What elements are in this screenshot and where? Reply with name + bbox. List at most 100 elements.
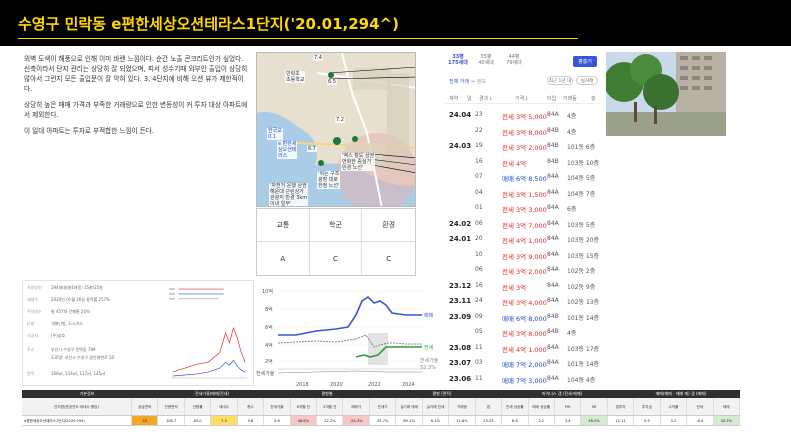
y-label-6: 6억 [265, 324, 273, 331]
info-row-4: 난방 개별난방, 도시가스 [27, 321, 83, 326]
ratings-table: 교통 학군 환경 A C C [256, 208, 416, 276]
transaction-type: 84A [547, 250, 559, 258]
transaction-type: 84B [547, 157, 559, 165]
transaction-row[interactable]: 16 전세 4억 84B 103동 10층 [445, 154, 601, 170]
transaction-month: 23.12 [449, 281, 472, 290]
tab-35py[interactable]: 35평 40세대 [475, 54, 497, 66]
summary-table: 기본정보 전세가율(매매/전세) 평형별 평형 (면적) 마이너스 갭 (전세-… [22, 390, 740, 426]
transaction-row[interactable]: 10 전세 3억 9,000 84A 103동 15층 [445, 247, 601, 263]
price-history-chart: 10억 8억 6억 4억 2억 2018 2020 2022 2024 전세가율… [256, 285, 441, 389]
transaction-row[interactable]: 23.06 11 매매 7억 3,000 84A 104동 4층 [445, 371, 601, 387]
summary-value-cell: 3.4 [555, 416, 582, 425]
summary-value-cell: 6.6 [502, 416, 529, 425]
transaction-row[interactable]: 01 전세 3억 3,000 84A 6층 [445, 200, 601, 216]
summary-value-cell: 83.0 [185, 416, 212, 425]
summary-value-cell: 108.7 [158, 416, 185, 425]
transaction-type: 84A [547, 374, 559, 382]
map-label-rate-2: 6.5 [327, 79, 337, 85]
group-area: 평형 (면적) [432, 391, 452, 396]
location-map[interactable]: 7.4 민락초 초등학교 6.5 한국교 0.1 e 편한세 상오션테 라스 6… [256, 52, 416, 207]
description-paragraph-2: 상당히 높은 매매 가격과 부족한 거래량으로 인한 변동성이 커 투자 대상 … [24, 101, 248, 119]
summary-header-cell: 전세가 [370, 398, 397, 415]
info-row-6: 주소 부산시 수영구 민락동 799 [27, 347, 96, 352]
transaction-row[interactable]: 07 매매 6억 8,500 84A 104동 5층 [445, 169, 601, 185]
summary-value-cell: 12.11 [608, 416, 635, 425]
filter-recent-year-button[interactable]: 최근 1년 내 [547, 76, 573, 85]
transaction-row[interactable]: 23.07 03 매매 7억 2,000 84A 101동 14층 [445, 355, 601, 371]
summary-header-cell: 투자금 [634, 398, 661, 415]
group-basic: 기본정보 [79, 391, 95, 396]
summary-header-cell: 6개월 전 [291, 398, 318, 415]
summary-header-cell: 전용면적 [158, 398, 185, 415]
transaction-floor: 104동 4층 [567, 376, 596, 384]
transaction-row[interactable]: 06 전세 3억 2,000 84A 102동 2층 [445, 262, 601, 278]
summary-value-cell: 48.5% [581, 416, 608, 425]
map-label-station: 한국교 0.1 [267, 128, 283, 140]
floor-plan-button[interactable]: 평층기 [573, 56, 597, 67]
summary-value-cell: 89.1% [396, 416, 423, 425]
transaction-month: 23.07 [449, 359, 472, 367]
info-row-2: 세대수 2020년 01월 16일 용적률 257% [27, 297, 110, 302]
transaction-price: 매매 7억 3,000 [502, 376, 547, 385]
tab-44py[interactable]: 44평 79세대 [503, 54, 525, 66]
transaction-month: 23.09 [449, 312, 472, 321]
transaction-price: 전세 3억 2,000 [502, 144, 547, 152]
summary-value-cell: 43.3% [713, 416, 740, 425]
transaction-floor: 103동 10층 [567, 159, 600, 167]
transaction-type: 84A [547, 188, 559, 196]
rating-header-environment: 환경 [362, 209, 415, 242]
transaction-row[interactable]: 24.01 20 전세 4억 1,000 84A 103동 20층 [445, 231, 601, 247]
summary-header-cell: 거래량 [449, 398, 476, 415]
col-building: 거래동 [563, 96, 577, 102]
transaction-row[interactable]: 04 전세 3억 1,500 84A 104동 7층 [445, 185, 601, 201]
transaction-day: 11 [475, 343, 483, 351]
transaction-row[interactable]: 22 전세 3억 8,000 84B 4층 [445, 123, 601, 139]
transaction-day: 03 [475, 359, 483, 366]
transaction-day: 06 [475, 219, 483, 227]
summary-value-cell: 3.6 [264, 416, 291, 425]
transaction-price: 전세 4억 1,000 [502, 237, 547, 245]
transaction-day: 05 [475, 328, 483, 335]
tab-35py-units: 40세대 [478, 60, 494, 66]
transaction-type: 84A [547, 281, 559, 289]
legend-jeonse: 전세 [424, 344, 434, 351]
transaction-floor: 101동 6층 [567, 144, 596, 151]
transaction-price: 전세 3억 8,000 [502, 128, 547, 137]
transaction-row[interactable]: 23.12 16 전세 3억 84A 102동 9층 [445, 278, 601, 294]
transaction-row[interactable]: 24.04 23 전세 3억 5,000 84A 4층 [445, 107, 601, 123]
transaction-month: 23.08 [449, 343, 472, 352]
transaction-floor: 104동 7층 [567, 190, 596, 198]
summary-value-cell: 23.03 [476, 416, 503, 425]
legend-rate: 전세가율 [420, 357, 439, 364]
tab-33py-units: 175세대 [448, 60, 468, 66]
info-row-8: 면적 108㎡, 114㎡, 117㎡, 145㎡ [27, 371, 106, 376]
transaction-price: 매매 6억 8,500 [502, 175, 547, 183]
transaction-type: 84A [547, 219, 559, 227]
transaction-row[interactable]: 23.11 24 전세 3억 4,000 84A 102동 13층 [445, 293, 601, 309]
filter-info[interactable]: ↔ 정보 [471, 78, 486, 85]
tab-33py[interactable]: 33평 175세대 [447, 54, 469, 66]
rating-header-transport: 교통 [257, 209, 310, 242]
legend-rate-value: 52.3% [420, 365, 436, 371]
transaction-floor: 104동 5층 [567, 175, 596, 182]
transaction-row[interactable]: 24.02 06 전세 3억 7,000 84A 103동 5층 [445, 216, 601, 232]
summary-value-cell: -6.4 [687, 416, 714, 425]
transaction-row[interactable]: 05 전세 3억 8,000 84B 4층 [445, 324, 601, 340]
summary-value-cell: 48.6% [290, 416, 318, 425]
summary-value-cell: 11.6% [449, 416, 476, 425]
mini-price-chart [165, 284, 250, 382]
filter-all-trades[interactable]: 전체 거래 [449, 78, 469, 85]
transaction-floor: 4층 [567, 113, 577, 120]
transaction-row[interactable]: 23.09 09 매매 6억 8,000 84B 101동 14층 [445, 309, 601, 325]
transaction-price: 매매 6억 8,000 [502, 314, 547, 323]
transaction-day: 24 [475, 297, 483, 304]
filter-real-trade-button[interactable]: 실거래 [576, 76, 598, 85]
transaction-type: 84A [547, 235, 559, 242]
transaction-row[interactable]: 24.03 19 전세 3억 2,000 84B 101동 6층 [445, 138, 601, 154]
transaction-row[interactable]: 23.08 11 전세 4억 1,000 84A 103동 17층 [445, 340, 601, 356]
rating-value-environment: C [386, 254, 392, 263]
summary-header-cell: 공급면적 [132, 398, 159, 415]
map-label-rate-1: 7.4 [313, 55, 323, 61]
page-title: 수영구 민락동 e편한세상오션테라스1단지('20.01,294^) [18, 15, 399, 33]
transaction-floor: 103동 15층 [567, 252, 600, 260]
